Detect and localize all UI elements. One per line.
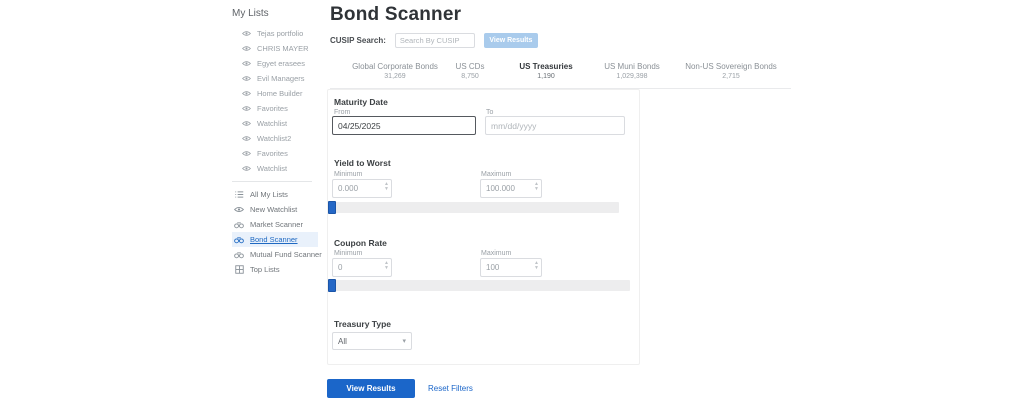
coupon-max-label: Maximum <box>481 250 512 257</box>
tab-us-cds[interactable]: US CDs 8,750 <box>456 62 485 80</box>
yield-to-worst-heading: Yield to Worst <box>334 158 391 168</box>
reset-filters-link[interactable]: Reset Filters <box>428 384 473 393</box>
tab-label: US Treasuries <box>519 62 573 71</box>
bottom-actions: View Results Reset Filters <box>327 379 473 398</box>
tab-count: 31,269 <box>384 73 406 80</box>
coupon-rate-heading: Coupon Rate <box>334 238 387 248</box>
coupon-min-field: ▲▼ <box>332 257 392 277</box>
yield-max-field: ▲▼ <box>480 178 542 198</box>
tab-count: 2,715 <box>722 73 740 80</box>
tab-count: 1,190 <box>537 73 555 80</box>
maturity-date-heading: Maturity Date <box>334 97 388 107</box>
treasury-type-select[interactable]: All ▾ <box>332 332 412 350</box>
page-title: Bond Scanner <box>330 4 462 25</box>
slider-handle[interactable] <box>328 279 336 292</box>
tab-label: US CDs <box>455 62 485 71</box>
tab-count: 8,750 <box>461 73 479 80</box>
view-results-button[interactable]: View Results <box>327 379 415 398</box>
maturity-from-input[interactable] <box>332 116 476 135</box>
tab-global-corporate-bonds[interactable]: Global Corporate Bonds 31,269 <box>352 62 438 80</box>
yield-range-slider[interactable] <box>328 201 619 214</box>
tab-us-treasuries[interactable]: US Treasuries 1,190 <box>507 62 585 102</box>
yield-min-field: ▲▼ <box>332 178 392 198</box>
yield-max-input[interactable] <box>480 179 542 198</box>
treasury-type-heading: Treasury Type <box>334 319 392 329</box>
cusip-search-row: CUSIP Search: View Results <box>330 33 538 48</box>
maturity-to-input[interactable] <box>485 116 625 135</box>
yield-min-input[interactable] <box>332 179 392 198</box>
tab-label: US Muni Bonds <box>604 62 660 71</box>
tab-us-muni-bonds[interactable]: US Muni Bonds 1,029,398 <box>604 62 660 80</box>
yield-max-label: Maximum <box>481 171 512 178</box>
tab-non-us-sovereign-bonds[interactable]: Non-US Sovereign Bonds 2,715 <box>685 62 777 80</box>
coupon-min-input[interactable] <box>332 258 392 277</box>
yield-min-label: Minimum <box>334 171 363 178</box>
filter-panel: Maturity Date From To Yield to Worst Min… <box>327 89 640 365</box>
coupon-max-input[interactable] <box>480 258 542 277</box>
tab-label: Global Corporate Bonds <box>352 62 438 71</box>
main-content: Bond Scanner CUSIP Search: View Results … <box>0 0 1024 404</box>
coupon-min-label: Minimum <box>334 250 363 257</box>
tab-bar: Global Corporate Bonds 31,269 US CDs 8,7… <box>330 56 791 102</box>
cusip-search-label: CUSIP Search: <box>330 36 386 45</box>
slider-handle[interactable] <box>328 201 336 214</box>
chevron-down-icon: ▾ <box>402 338 406 345</box>
view-results-button-top[interactable]: View Results <box>483 33 538 48</box>
treasury-type-value: All <box>338 336 347 346</box>
number-spinner-icon[interactable]: ▲ ▼ <box>384 261 389 271</box>
coupon-range-slider[interactable] <box>328 279 630 292</box>
number-spinner-icon[interactable]: ▲ ▼ <box>534 182 539 192</box>
tab-label: Non-US Sovereign Bonds <box>685 62 777 71</box>
number-spinner-icon[interactable]: ▲ ▼ <box>534 261 539 271</box>
tab-count: 1,029,398 <box>616 73 648 80</box>
to-label: To <box>486 109 494 116</box>
number-spinner-icon[interactable]: ▲ ▼ <box>384 182 389 192</box>
from-label: From <box>334 109 351 116</box>
cusip-search-input[interactable] <box>394 33 475 48</box>
bond-scanner-app: My Lists Tejas portfolio CHRIS MAYER Egy… <box>0 0 1024 404</box>
coupon-max-field: ▲▼ <box>480 257 542 277</box>
